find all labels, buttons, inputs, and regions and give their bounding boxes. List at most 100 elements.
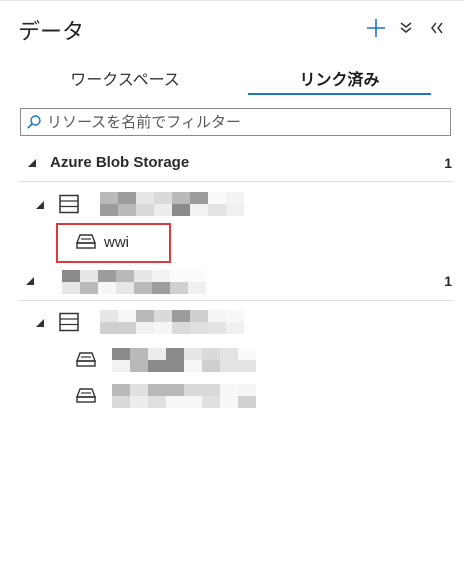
redaction-pixel <box>98 282 116 294</box>
redaction-pixel <box>118 192 136 204</box>
redacted-group-name <box>62 270 206 294</box>
redaction-pixel <box>190 310 208 322</box>
redaction-pixel <box>226 192 244 204</box>
redaction-pixel <box>62 282 80 294</box>
redaction-pixel <box>166 348 184 360</box>
redacted-account-name <box>100 310 244 334</box>
redaction-pixel <box>172 192 190 204</box>
redaction-pixel <box>190 192 208 204</box>
group-label: Azure Blob Storage <box>50 154 190 171</box>
divider <box>18 181 454 182</box>
plus-icon <box>367 19 385 37</box>
panel-header: データ <box>0 12 464 48</box>
container-icon <box>75 233 97 254</box>
redaction-pixel <box>208 310 226 322</box>
redaction-pixel <box>62 270 80 282</box>
redaction-pixel <box>112 384 130 396</box>
redaction-pixel <box>100 192 118 204</box>
redaction-pixel <box>170 270 188 282</box>
storage-account-icon <box>58 312 80 337</box>
redaction-pixel <box>190 322 208 334</box>
redaction-pixel <box>130 384 148 396</box>
redaction-pixel <box>154 204 172 216</box>
redaction-pixel <box>116 270 134 282</box>
redaction-pixel <box>184 360 202 372</box>
tab-linked[interactable]: リンク済み <box>248 58 431 98</box>
divider <box>18 300 454 301</box>
container-label: wwi <box>104 234 129 251</box>
redaction-pixel <box>226 204 244 216</box>
redaction-pixel <box>152 270 170 282</box>
redaction-pixel <box>172 322 190 334</box>
storage-account-row[interactable] <box>0 188 464 222</box>
collapse-panel-button[interactable] <box>425 16 449 40</box>
redaction-pixel <box>152 282 170 294</box>
redaction-pixel <box>148 396 166 408</box>
redaction-pixel <box>112 360 130 372</box>
redaction-pixel <box>172 310 190 322</box>
redacted-container-name <box>112 348 256 372</box>
redaction-pixel <box>118 310 136 322</box>
container-row[interactable] <box>0 344 464 378</box>
redaction-pixel <box>202 348 220 360</box>
redaction-pixel <box>100 322 118 334</box>
redaction-pixel <box>166 396 184 408</box>
redaction-pixel <box>238 348 256 360</box>
caret-expanded-icon[interactable] <box>26 157 38 169</box>
redaction-pixel <box>112 348 130 360</box>
tab-bar: ワークスペース リンク済み <box>0 58 464 98</box>
container-icon <box>75 351 97 372</box>
redaction-pixel <box>238 396 256 408</box>
redaction-pixel <box>220 396 238 408</box>
redaction-pixel <box>134 282 152 294</box>
group-count: 1 <box>444 273 452 289</box>
redaction-pixel <box>118 322 136 334</box>
expand-all-button[interactable] <box>394 16 418 40</box>
redaction-pixel <box>202 360 220 372</box>
redaction-pixel <box>148 384 166 396</box>
redaction-pixel <box>154 310 172 322</box>
redaction-pixel <box>136 310 154 322</box>
redaction-pixel <box>166 360 184 372</box>
redaction-pixel <box>172 204 190 216</box>
redaction-pixel <box>136 192 154 204</box>
redaction-pixel <box>98 270 116 282</box>
caret-expanded-icon[interactable] <box>34 317 46 329</box>
caret-expanded-icon[interactable] <box>34 199 46 211</box>
container-icon <box>75 387 97 408</box>
redaction-pixel <box>208 204 226 216</box>
storage-account-icon <box>58 194 80 219</box>
redaction-pixel <box>220 360 238 372</box>
redaction-pixel <box>226 310 244 322</box>
caret-expanded-icon[interactable] <box>24 275 36 287</box>
redacted-account-name <box>100 192 244 216</box>
redaction-pixel <box>100 310 118 322</box>
container-row[interactable] <box>0 380 464 414</box>
filter-input[interactable] <box>47 110 450 134</box>
redaction-pixel <box>188 270 206 282</box>
redaction-pixel <box>226 322 244 334</box>
redaction-pixel <box>238 384 256 396</box>
tab-workspace[interactable]: ワークスペース <box>40 58 210 98</box>
redaction-pixel <box>80 270 98 282</box>
redaction-pixel <box>148 348 166 360</box>
redaction-pixel <box>220 348 238 360</box>
redaction-pixel <box>136 204 154 216</box>
redaction-pixel <box>100 204 118 216</box>
group-row-azure-blob-storage[interactable]: Azure Blob Storage 1 <box>0 146 464 180</box>
search-icon <box>21 109 47 135</box>
redaction-pixel <box>202 396 220 408</box>
container-row-wwi[interactable]: wwi <box>0 226 464 260</box>
redaction-pixel <box>184 396 202 408</box>
add-resource-button[interactable] <box>364 16 388 40</box>
group-row-2[interactable]: 1 <box>0 264 464 298</box>
redaction-pixel <box>184 348 202 360</box>
storage-account-row[interactable] <box>0 306 464 340</box>
redaction-pixel <box>154 192 172 204</box>
redaction-pixel <box>154 322 172 334</box>
redaction-pixel <box>190 204 208 216</box>
redaction-pixel <box>170 282 188 294</box>
redaction-pixel <box>116 282 134 294</box>
redaction-pixel <box>136 322 154 334</box>
redaction-pixel <box>130 348 148 360</box>
